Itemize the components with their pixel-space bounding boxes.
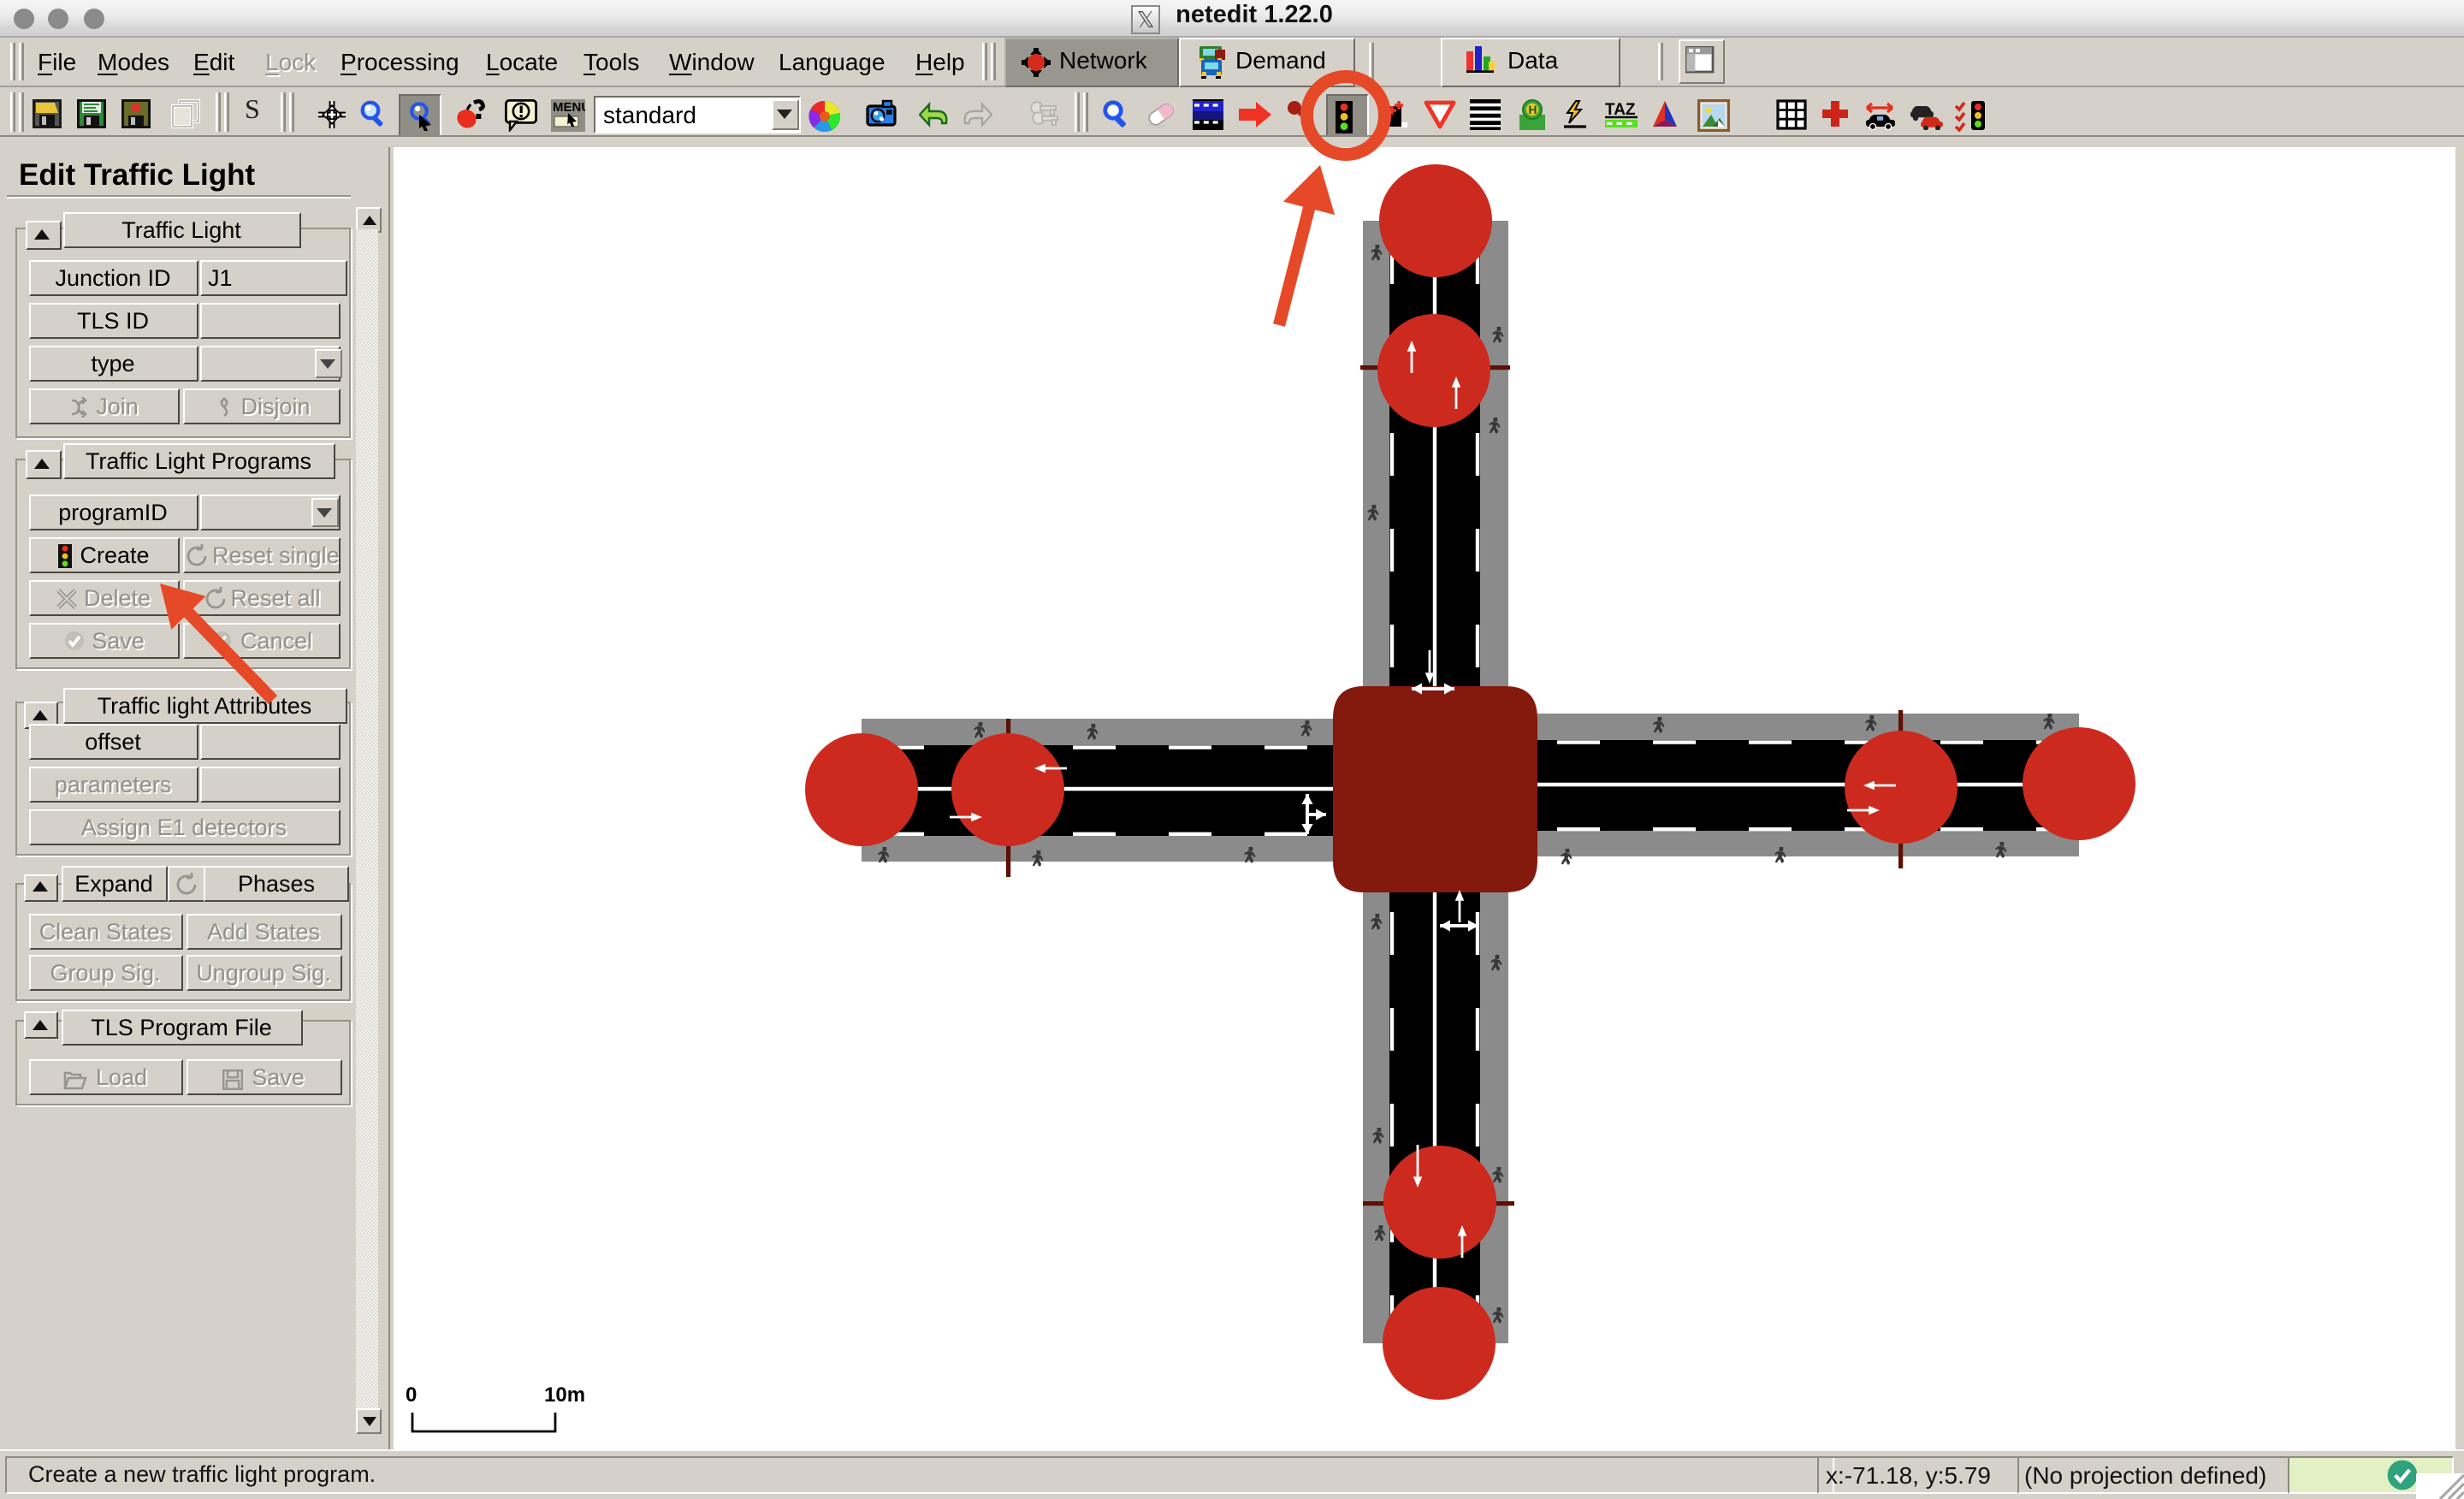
svg-text:H: H (1527, 103, 1536, 116)
svg-text:0: 0 (406, 1383, 417, 1407)
svg-text:MENU: MENU (552, 100, 584, 115)
svg-text:10m: 10m (544, 1383, 585, 1407)
